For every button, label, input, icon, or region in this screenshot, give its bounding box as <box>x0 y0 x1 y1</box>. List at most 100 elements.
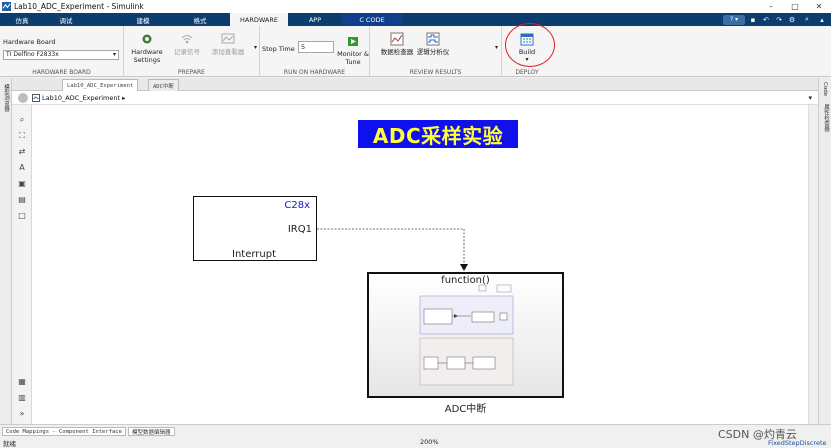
model-icon <box>32 93 40 102</box>
data-inspector-button[interactable]: 数据检查器 <box>380 32 414 56</box>
rectangle-icon[interactable]: □ <box>17 211 27 221</box>
breadcrumb-model: Lab10_ADC_Experiment <box>42 93 121 102</box>
tab-debug[interactable]: 调试 <box>44 13 88 26</box>
help-icon[interactable]: ? ▾ <box>723 14 745 25</box>
data-inspector-icon <box>390 32 404 46</box>
tab-format[interactable]: 格式 <box>178 13 222 26</box>
ribbon-tab-strip: 仿真 调试 建模 格式 HARDWARE APP C CODE ? ▾ ▪ ↶ … <box>0 13 831 26</box>
log-signal-label: 记录信号 <box>174 48 200 56</box>
properties-icon[interactable]: ▥ <box>17 393 27 403</box>
prepare-expand-icon[interactable]: ▾ <box>254 44 257 51</box>
hardware-settings-button[interactable]: Hardware Settings <box>128 32 166 64</box>
hardware-settings-label: Hardware Settings <box>131 48 163 64</box>
search-icon[interactable]: ⌕ <box>800 15 814 25</box>
section-label: DEPLOY <box>515 69 539 76</box>
chevron-down-icon: ▾ <box>112 51 116 58</box>
status-bar: Code Mappings - Component Interface 模型数据… <box>0 424 831 448</box>
screenshot-icon[interactable]: ▦ <box>17 377 27 387</box>
logic-analyzer-icon <box>426 32 440 46</box>
subsystem-preview <box>419 284 514 386</box>
tab-app[interactable]: APP <box>296 13 334 26</box>
collapse-icon[interactable]: ▴ <box>817 15 827 25</box>
tool-palette: ⌕ ⛶ ⇄ A ▣ ▤ □ ▦ ▥ » <box>12 105 32 424</box>
maximize-button[interactable]: □ <box>783 0 807 13</box>
chevron-down-icon[interactable]: ▾ <box>808 94 812 102</box>
window-title: Lab10_ADC_Experiment - Simulink <box>14 2 144 11</box>
editor-tab-bar: Lab10_ADC_Experiment ADC中断 <box>0 78 831 91</box>
undo-icon[interactable]: ↶ <box>761 15 771 25</box>
stop-time-label: Stop Time <box>262 45 295 53</box>
minimize-button[interactable]: – <box>759 0 783 13</box>
redo-icon[interactable]: ↷ <box>774 15 784 25</box>
hardware-board-label: Hardware Board <box>3 38 56 46</box>
quick-access-toolbar: ? ▾ ▪ ↶ ↷ ⚙ ⌕ ▴ <box>723 14 827 25</box>
simulink-app-icon <box>2 2 11 11</box>
gear-icon <box>142 34 152 44</box>
window-controls: – □ ✕ <box>759 0 831 13</box>
stop-time-input[interactable]: 5 <box>298 41 334 53</box>
code-panel-label[interactable]: Code <box>822 82 828 96</box>
play-monitor-icon <box>348 37 358 46</box>
image-icon[interactable]: ▣ <box>17 179 27 189</box>
add-viewer-button[interactable]: 添加查看器 <box>208 32 248 56</box>
tab-hardware[interactable]: HARDWARE <box>230 13 288 26</box>
title-bar: Lab10_ADC_Experiment - Simulink – □ ✕ <box>0 0 831 13</box>
section-label: REVIEW RESULTS <box>409 69 462 76</box>
fit-view-icon[interactable]: ⛶ <box>17 131 27 141</box>
section-label: HARDWARE BOARD <box>32 69 91 76</box>
zoom-icon[interactable]: ⌕ <box>17 115 27 125</box>
simulink-window: Lab10_ADC_Experiment - Simulink – □ ✕ 仿真… <box>0 0 831 448</box>
section-review-results: 数据检查器 逻辑分析仪 ▾ REVIEW RESULTS <box>370 26 502 77</box>
model-browser-label: 模型浏览器 <box>3 84 9 112</box>
section-hardware-board: Hardware Board TI Delfino F2833x ▾ HARDW… <box>0 26 124 77</box>
breadcrumb[interactable]: Lab10_ADC_Experiment ▸ <box>32 93 126 102</box>
expand-palette-icon[interactable]: » <box>17 409 27 419</box>
close-button[interactable]: ✕ <box>807 0 831 13</box>
zoom-level[interactable]: 200% <box>420 438 439 446</box>
section-prepare: Hardware Settings 记录信号 添加查看器 ▾ PREPARE <box>124 26 260 77</box>
model-annotation[interactable]: ADC采样实验 <box>358 120 518 148</box>
function-call-subsystem[interactable]: function() <box>367 272 564 398</box>
block-title: C28x <box>284 200 310 211</box>
code-mappings-tab[interactable]: Code Mappings - Component Interface <box>2 427 126 436</box>
editor-tab-model[interactable]: Lab10_ADC_Experiment <box>62 79 139 91</box>
viewer-icon <box>221 33 235 44</box>
area-icon[interactable]: ▤ <box>17 195 27 205</box>
data-inspector-label: 数据检查器 <box>380 48 414 56</box>
hardware-board-value: TI Delfino F2833x <box>6 51 59 58</box>
section-label: PREPARE <box>178 69 205 76</box>
settings-icon[interactable]: ⚙ <box>787 15 797 25</box>
arrow-icon[interactable]: ⇄ <box>17 147 27 157</box>
subsystem-name: ADC中断 <box>444 404 487 415</box>
status-text: 就绪 <box>3 440 16 448</box>
review-expand-icon[interactable]: ▾ <box>495 44 498 51</box>
chevron-right-icon: ▸ <box>122 93 126 102</box>
tab-c-code[interactable]: C CODE <box>342 13 402 26</box>
highlight-circle <box>505 23 555 67</box>
ribbon-toolstrip: Hardware Board TI Delfino F2833x ▾ HARDW… <box>0 23 831 77</box>
model-data-editor-tab[interactable]: 模型数据编辑器 <box>128 427 175 436</box>
add-viewer-label: 添加查看器 <box>211 48 245 56</box>
log-signal-button[interactable]: 记录信号 <box>170 32 204 56</box>
monitor-tune-button[interactable]: Monitor & Tune <box>336 34 370 66</box>
right-panel-strip[interactable]: Code 属性检查器 <box>818 78 831 424</box>
nav-back-icon[interactable] <box>18 92 28 103</box>
port-label: IRQ1 <box>287 224 312 235</box>
property-inspector-label[interactable]: 属性检查器 <box>822 104 830 132</box>
monitor-tune-label: Monitor & Tune <box>337 50 369 66</box>
save-icon[interactable]: ▪ <box>748 15 758 25</box>
editor-tab-subsystem[interactable]: ADC中断 <box>148 79 179 91</box>
logic-analyzer-button[interactable]: 逻辑分析仪 <box>416 32 450 56</box>
annotation-icon[interactable]: A <box>17 163 27 173</box>
tab-simulation[interactable]: 仿真 <box>0 13 44 26</box>
model-browser-strip[interactable]: 模型浏览器 <box>0 78 12 424</box>
block-name: Interrupt <box>232 249 277 260</box>
c28x-interrupt-block[interactable]: C28x IRQ1 Interrupt <box>193 196 317 261</box>
vertical-scrollbar[interactable] <box>808 105 818 424</box>
section-label: RUN ON HARDWARE <box>283 69 346 76</box>
address-bar: Lab10_ADC_Experiment ▸ ▾ <box>12 91 818 105</box>
logic-analyzer-label: 逻辑分析仪 <box>416 48 450 56</box>
wifi-signal-icon <box>181 35 193 44</box>
hardware-board-select[interactable]: TI Delfino F2833x ▾ <box>3 50 119 60</box>
tab-modeling[interactable]: 建模 <box>118 13 168 26</box>
